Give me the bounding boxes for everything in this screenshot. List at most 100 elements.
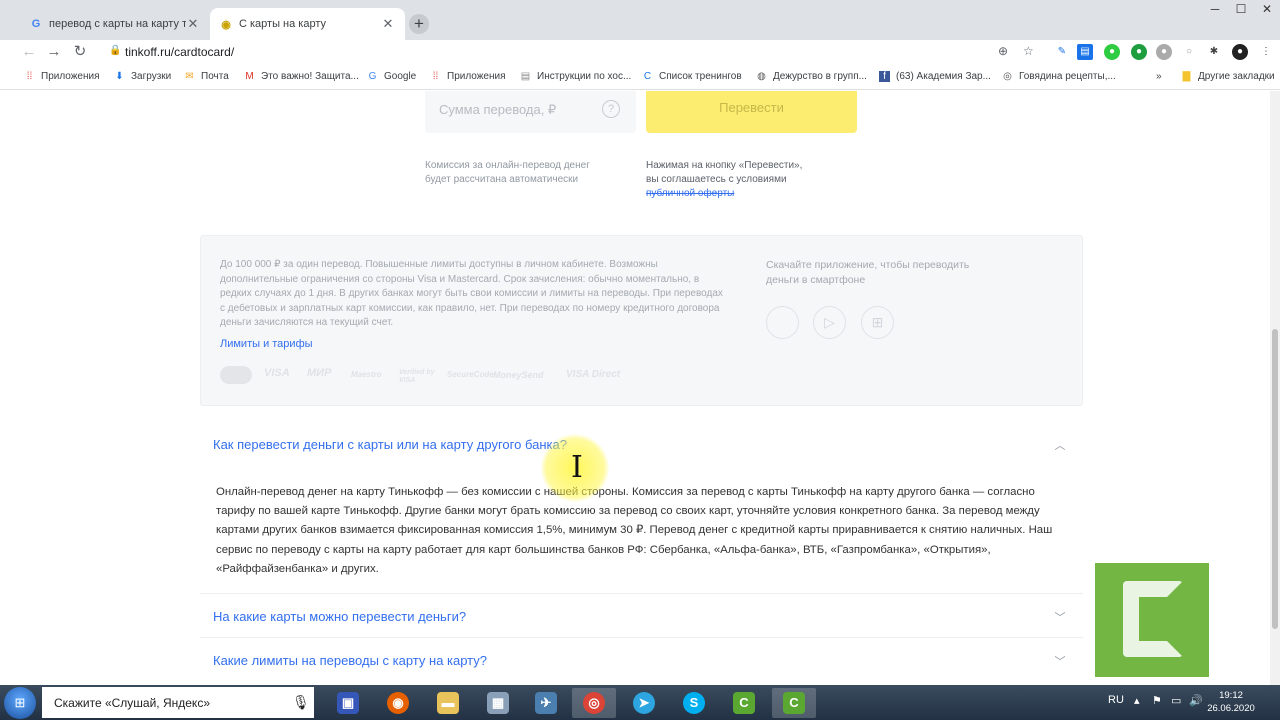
amount-input[interactable]: Сумма перевода, ₽ ? [425, 91, 636, 133]
extension-circle-icon[interactable]: ○ [1181, 44, 1197, 60]
bookmarks-bar: ⁞⁞ Приложения ⬇ Загрузки ✉ Почта M Это важно… [0, 66, 1280, 90]
other-bookmarks[interactable]: ▇ Другие закладки [1181, 71, 1275, 82]
tab-search[interactable]: G перевод с карты на карту тинькофф ✕ [20, 8, 210, 40]
bookmark-downloads[interactable]: ⬇ Загрузки [114, 71, 171, 82]
microphone-icon[interactable]: 🎙 [292, 694, 310, 711]
faq-divider [200, 637, 1083, 638]
gmail-icon: M [245, 71, 254, 82]
download-icon: ⬇ [115, 71, 124, 82]
taskbar-app-camtasia-recorder[interactable]: C [772, 688, 816, 718]
bookmark-label: Приложения [41, 71, 100, 82]
lock-icon[interactable]: 🔒 [109, 45, 121, 56]
bookmark-apps[interactable]: ⁞⁞ Приложения [24, 71, 100, 82]
taskbar-app-bird[interactable]: ✈ [524, 688, 568, 718]
globe-icon: ◍ [757, 71, 766, 82]
chevron-up-icon[interactable]: ︿ [1054, 437, 1066, 453]
windows-icon[interactable]: ⊞ [861, 306, 894, 339]
bookmark-duty[interactable]: ◍ Дежурство в групп... [756, 71, 867, 82]
menu-icon[interactable]: ⋮ [1258, 44, 1274, 60]
bookmark-label: Другие закладки [1198, 71, 1275, 82]
faq-answer-text: Онлайн-перевод денег на карту Тинькофф —… [216, 486, 1053, 575]
taskbar-app-skype[interactable]: S [672, 688, 716, 718]
firefox-icon: ◉ [387, 692, 409, 714]
taskbar-app-firefox[interactable]: ◉ [376, 688, 420, 718]
taskbar-app-calculator[interactable]: ▦ [476, 688, 520, 718]
extension-pen-icon[interactable]: ✎ [1054, 44, 1070, 60]
start-button[interactable]: ⊞ [4, 687, 36, 719]
bookmark-apps-2[interactable]: ⁞⁞ Приложения [430, 71, 506, 82]
bookmark-gmail[interactable]: M Это важно! Защита... [244, 71, 359, 82]
bookmark-label: (63) Академия Зар... [896, 71, 991, 82]
bookmark-academy[interactable]: f (63) Академия Зар... [879, 71, 991, 82]
bookmark-mail[interactable]: ✉ Почта [184, 71, 229, 82]
extensions-puzzle-icon[interactable]: ✱ [1206, 44, 1222, 60]
language-indicator[interactable]: RU [1108, 694, 1124, 706]
taskbar-app-explorer[interactable]: ▬ [426, 688, 470, 718]
consent-note: Нажимая на кнопку «Перевести», вы соглаш… [646, 159, 802, 201]
extension-chat-icon[interactable]: ● [1104, 44, 1120, 60]
minimize-icon[interactable]: ─ [1202, 0, 1228, 20]
taskbar-app-chrome[interactable]: ◎ [572, 688, 616, 718]
tab-card-to-card[interactable]: ◉ С карты на карту ✕ [210, 8, 405, 40]
maestro-logo: Maestro [351, 370, 382, 379]
bookmark-instructions[interactable]: ▤ Инструкции по хос... [520, 71, 632, 82]
faq-question-3[interactable]: Какие лимиты на переводы с карту на карт… [213, 653, 487, 668]
help-icon[interactable]: ? [602, 100, 620, 118]
back-button[interactable]: ← [20, 43, 38, 61]
bookmark-star-icon[interactable]: ☆ [1023, 44, 1034, 58]
public-offer-link[interactable]: публичной оферты [646, 187, 802, 201]
page-scrollbar[interactable] [1270, 91, 1280, 685]
address-bar[interactable]: 🔒 tinkoff.ru/cardtocard/ ⊕ ☆ [100, 41, 1045, 63]
bookmark-label: Почта [201, 71, 229, 82]
limits-link[interactable]: Лимиты и тарифы [220, 338, 313, 350]
bookmark-recipes[interactable]: ◎ Говядина рецепты,... [1002, 71, 1116, 82]
maximize-icon[interactable]: ☐ [1228, 0, 1254, 20]
camtasia-watermark-logo [1095, 563, 1209, 677]
close-icon[interactable]: ✕ [381, 16, 395, 32]
windows-taskbar: ⊞ Скажите «Слушай, Яндекс» 🎙 ▣ ◉ ▬ ▦ ✈ ◎… [0, 685, 1280, 720]
taskbar-app-camtasia[interactable]: C [722, 688, 766, 718]
reload-button[interactable]: ↻ [71, 43, 89, 61]
taskbar-app-telegram[interactable]: ➤ [622, 688, 666, 718]
extension-people-icon[interactable]: ● [1131, 44, 1147, 60]
more-chevron-icon: » [1156, 71, 1162, 82]
bookmark-label: Google [384, 71, 417, 82]
extension-calendar-icon[interactable]: ▤ [1077, 44, 1093, 60]
avatar[interactable]: ● [1232, 44, 1248, 60]
volume-icon[interactable]: 🔊 [1189, 694, 1203, 707]
close-window-icon[interactable]: ✕ [1254, 0, 1280, 20]
system-clock[interactable]: 19:12 26.06.2020 [1205, 689, 1257, 715]
transfer-button[interactable]: Перевести [646, 91, 857, 133]
chrome-icon: ◎ [1003, 71, 1012, 82]
faq-question-1[interactable]: Как перевести деньги с карты или на карт… [213, 437, 567, 452]
bookmark-trainings[interactable]: C Список тренингов [642, 71, 742, 82]
tray-expand-icon[interactable]: ▴ [1134, 694, 1140, 707]
yandex-search-box[interactable]: Скажите «Слушай, Яндекс» 🎙 [42, 687, 314, 718]
close-icon[interactable]: ✕ [186, 16, 200, 32]
faq-question-2[interactable]: На какие карты можно перевести деньги? [213, 609, 466, 624]
fee-note: Комиссия за онлайн-перевод денег будет р… [425, 159, 590, 187]
browser-toolbar: ← → ↻ 🔒 tinkoff.ru/cardtocard/ ⊕ ☆ ✎ ▤ ●… [0, 40, 1280, 65]
bookmark-google[interactable]: G Google [367, 71, 417, 82]
google-icon: G [31, 18, 41, 30]
visa-direct-logo: VISA Direct [566, 369, 621, 380]
flag-icon[interactable]: ⚑ [1152, 694, 1162, 707]
bookmarks-more-button[interactable]: » [1156, 71, 1162, 82]
new-tab-button[interactable]: + [409, 14, 429, 34]
consent-note-line: Нажимая на кнопку «Перевести», [646, 160, 803, 171]
url-text[interactable]: tinkoff.ru/cardtocard/ [125, 45, 234, 59]
network-icon[interactable]: ▭ [1171, 694, 1181, 707]
forward-button[interactable]: → [45, 43, 63, 61]
apple-icon[interactable] [766, 306, 799, 339]
location-icon[interactable]: ⊕ [998, 44, 1008, 58]
chevron-down-icon[interactable]: ﹀ [1054, 609, 1066, 625]
bird-icon: ✈ [535, 692, 557, 714]
scrollbar-thumb[interactable] [1272, 329, 1278, 629]
clock-date: 26.06.2020 [1207, 703, 1255, 714]
play-icon[interactable]: ▷ [813, 306, 846, 339]
chevron-down-icon[interactable]: ﹀ [1054, 653, 1066, 669]
verified-by-visa-logo: Verified by VISA [399, 369, 435, 384]
extension-gray-icon[interactable]: ● [1156, 44, 1172, 60]
apps-grid-icon: ⁞⁞ [432, 71, 439, 82]
taskbar-app-save[interactable]: ▣ [326, 688, 370, 718]
